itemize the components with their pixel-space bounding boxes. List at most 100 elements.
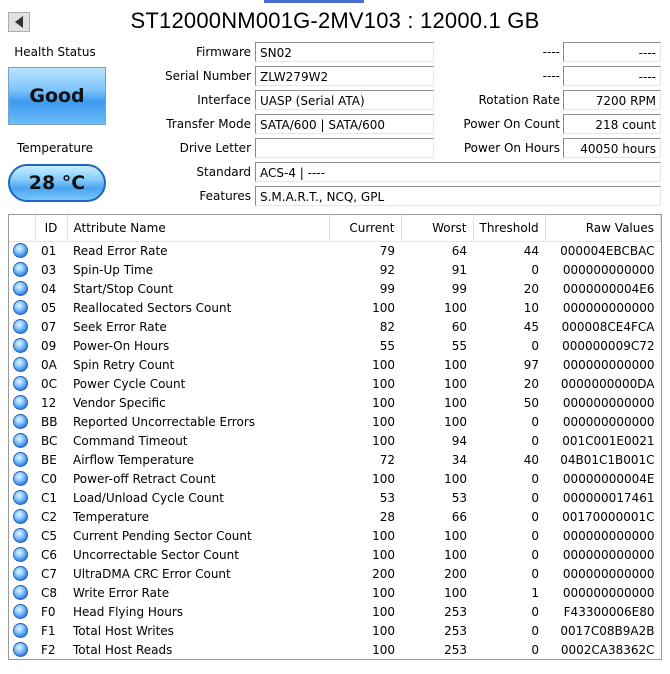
attribute-worst: 100 [444, 357, 467, 372]
interface-field: UASP (Serial ATA) [255, 90, 434, 110]
temperature-badge[interactable]: 28 °C [8, 164, 106, 202]
table-row[interactable]: 01 Read Error Rate 79 64 44 000004EBCBAC [9, 241, 661, 260]
attribute-name: Reported Uncorrectable Errors [73, 414, 256, 429]
status-cell [9, 640, 35, 659]
table-row[interactable]: F2 Total Host Reads 100 253 0 0002CA38362C [9, 640, 661, 659]
smart-attributes-table[interactable]: ID Attribute Name Current Worst Threshol… [8, 214, 662, 660]
status-cell [9, 488, 35, 507]
attribute-name: Spin Retry Count [73, 357, 175, 372]
attribute-threshold: 0 [531, 528, 539, 543]
attribute-name: Airflow Temperature [73, 452, 195, 467]
attribute-raw-value: 0002CA38362C [560, 642, 655, 657]
attribute-name: Start/Stop Count [73, 281, 174, 296]
attribute-threshold: 0 [531, 433, 539, 448]
status-good-icon [13, 300, 28, 315]
attribute-name: Temperature [73, 509, 150, 524]
table-row[interactable]: C2 Temperature 28 66 0 00170000001C [9, 507, 661, 526]
standard-field: ACS-4 | ---- [255, 162, 661, 182]
table-row[interactable]: 12 Vendor Specific 100 100 50 000000000000 [9, 393, 661, 412]
attribute-raw-value: 000000000000 [562, 414, 655, 429]
attribute-name: Write Error Rate [73, 585, 170, 600]
table-row[interactable]: C7 UltraDMA CRC Error Count 200 200 0 0000000… [9, 564, 661, 583]
attribute-name: Total Host Reads [73, 642, 173, 657]
table-row[interactable]: BE Airflow Temperature 72 34 40 04B01C1B001C [9, 450, 661, 469]
attribute-current: 100 [372, 528, 395, 543]
attribute-id: C6 [41, 547, 58, 562]
status-cell [9, 469, 35, 488]
status-good-icon [13, 243, 28, 259]
attribute-current: 82 [379, 319, 395, 334]
drive-letter-field [255, 138, 434, 158]
status-cell [9, 393, 35, 412]
interface-label: Interface [197, 93, 251, 107]
column-header-status[interactable] [9, 215, 36, 242]
attribute-id: F0 [41, 604, 56, 619]
unknown-2-field: ---- [563, 66, 661, 86]
attribute-id: C7 [41, 566, 58, 581]
power-on-hours-field: 40050 hours [563, 138, 661, 158]
status-good-icon [13, 414, 28, 429]
attribute-id: C0 [41, 471, 58, 486]
unknown-2-label: ---- [542, 69, 560, 83]
column-header-current[interactable]: Current [329, 215, 402, 242]
attribute-raw-value: 001C001E0021 [562, 433, 655, 448]
attribute-raw-value: 000000000000 [562, 547, 655, 562]
attribute-threshold: 0 [531, 623, 539, 638]
status-good-icon [13, 490, 28, 505]
attribute-raw-value: 0017C08B9A2B [560, 623, 655, 638]
features-field: S.M.A.R.T., NCQ, GPL [255, 186, 661, 206]
table-row[interactable]: 04 Start/Stop Count 99 99 20 0000000004E6 [9, 279, 661, 298]
firmware-label: Firmware [196, 45, 251, 59]
status-cell [9, 431, 35, 450]
table-row[interactable]: C8 Write Error Rate 100 100 1 000000000000 [9, 583, 661, 602]
disk-title: ST12000NM001G-2MV103 : 12000.1 GB [130, 8, 540, 33]
standard-label: Standard [196, 165, 251, 179]
attribute-worst: 91 [451, 262, 467, 277]
column-header-raw-values[interactable]: Raw Values [545, 215, 661, 242]
table-row[interactable]: 07 Seek Error Rate 82 60 45 000008CE4FCA [9, 317, 661, 336]
attribute-current: 100 [372, 471, 395, 486]
attribute-worst: 253 [444, 604, 467, 619]
attribute-current: 79 [379, 243, 395, 258]
table-row[interactable]: 03 Spin-Up Time 92 91 0 000000000000 [9, 260, 661, 279]
status-cell [9, 317, 35, 336]
table-row[interactable]: BB Reported Uncorrectable Errors 100 100 0 00… [9, 412, 661, 431]
table-row[interactable]: C1 Load/Unload Cycle Count 53 53 0 0000000174… [9, 488, 661, 507]
column-header-attribute-name[interactable]: Attribute Name [67, 215, 330, 242]
table-row[interactable]: 05 Reallocated Sectors Count 100 100 10 00000… [9, 298, 661, 317]
attribute-current: 100 [372, 376, 395, 391]
attribute-worst: 100 [444, 414, 467, 429]
attribute-threshold: 0 [531, 604, 539, 619]
attribute-worst: 253 [444, 642, 467, 657]
table-row[interactable]: 0A Spin Retry Count 100 100 97 000000000000 [9, 355, 661, 374]
table-row[interactable]: C5 Current Pending Sector Count 100 100 0 000… [9, 526, 661, 545]
column-header-worst[interactable]: Worst [401, 215, 474, 242]
attribute-current: 100 [372, 585, 395, 600]
status-good-icon [13, 262, 28, 277]
attribute-threshold: 40 [523, 452, 539, 467]
column-header-threshold[interactable]: Threshold [473, 215, 546, 242]
attribute-threshold: 0 [531, 338, 539, 353]
table-row[interactable]: 09 Power-On Hours 55 55 0 000000009C72 [9, 336, 661, 355]
attribute-threshold: 0 [531, 566, 539, 581]
health-status-badge[interactable]: Good [8, 67, 106, 125]
attribute-current: 28 [379, 509, 395, 524]
attribute-current: 100 [372, 547, 395, 562]
attribute-current: 100 [372, 357, 395, 372]
table-row[interactable]: BC Command Timeout 100 94 0 001C001E0021 [9, 431, 661, 450]
column-header-id[interactable]: ID [35, 215, 68, 242]
table-row[interactable]: C0 Power-off Retract Count 100 100 0 00000000… [9, 469, 661, 488]
table-row[interactable]: F1 Total Host Writes 100 253 0 0017C08B9A2B [9, 621, 661, 640]
health-status-label: Health Status [14, 45, 96, 59]
attribute-id: BE [41, 452, 57, 467]
table-row[interactable]: 0C Power Cycle Count 100 100 20 0000000000DA [9, 374, 661, 393]
attribute-id: 12 [41, 395, 57, 410]
attribute-worst: 100 [444, 300, 467, 315]
table-row[interactable]: C6 Uncorrectable Sector Count 100 100 0 00000… [9, 545, 661, 564]
table-row[interactable]: F0 Head Flying Hours 100 253 0 F43300006E80 [9, 602, 661, 621]
attribute-threshold: 0 [531, 414, 539, 429]
attribute-id: C2 [41, 509, 58, 524]
attribute-current: 200 [372, 566, 395, 581]
attribute-raw-value: 000008CE4FCA [561, 319, 655, 334]
unknown-1-field: ---- [563, 42, 661, 62]
